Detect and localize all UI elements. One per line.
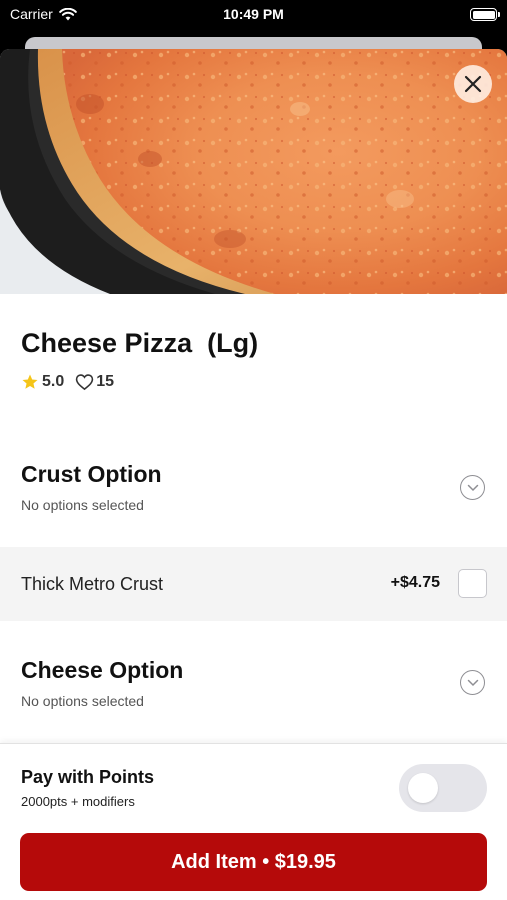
add-item-button[interactable]: Add Item • $19.95 <box>20 833 487 891</box>
chevron-down-icon <box>467 679 479 687</box>
screen: Carrier 10:49 PM Cheese Pizza (Lg) 5.0 1… <box>0 0 507 900</box>
crust-option-section[interactable]: Crust Option No options selected <box>0 444 507 544</box>
crust-choice-price: +$4.75 <box>390 574 440 591</box>
close-icon <box>464 75 482 93</box>
product-title: Cheese Pizza (Lg) <box>21 328 259 358</box>
cheese-option-title: Cheese Option <box>21 657 184 683</box>
pay-with-points-toggle[interactable] <box>399 764 487 812</box>
crust-option-status: No options selected <box>21 497 144 513</box>
crust-choice-label: Thick Metro Crust <box>21 574 164 594</box>
cheese-option-expand[interactable] <box>460 670 485 695</box>
heart-icon[interactable] <box>75 373 94 391</box>
battery-icon <box>470 8 500 21</box>
checkout-bar: Pay with Points 2000pts + modifiers Add … <box>0 743 507 900</box>
star-icon <box>21 373 39 391</box>
close-button[interactable] <box>454 65 492 103</box>
product-sheet: Cheese Pizza (Lg) 5.0 15 Crust Option No… <box>0 49 507 900</box>
likes-count: 15 <box>96 373 115 390</box>
product-image <box>0 49 507 294</box>
chevron-down-icon <box>467 484 479 492</box>
crust-option-title: Crust Option <box>21 461 162 487</box>
crust-option-expand[interactable] <box>460 475 485 500</box>
status-time: 10:49 PM <box>223 6 284 22</box>
product-meta: 5.0 15 <box>21 373 114 391</box>
rating-value: 5.0 <box>42 373 65 390</box>
status-bar: Carrier 10:49 PM <box>0 0 507 30</box>
toggle-knob <box>408 773 438 803</box>
cheese-option-section[interactable]: Cheese Option No options selected <box>0 641 507 741</box>
cheese-option-status: No options selected <box>21 693 144 709</box>
pay-with-points-detail: 2000pts + modifiers <box>21 794 135 809</box>
crust-choice-row[interactable]: Thick Metro Crust +$4.75 <box>0 547 507 621</box>
crust-choice-checkbox[interactable] <box>458 569 487 598</box>
pay-with-points-label: Pay with Points <box>21 767 155 787</box>
